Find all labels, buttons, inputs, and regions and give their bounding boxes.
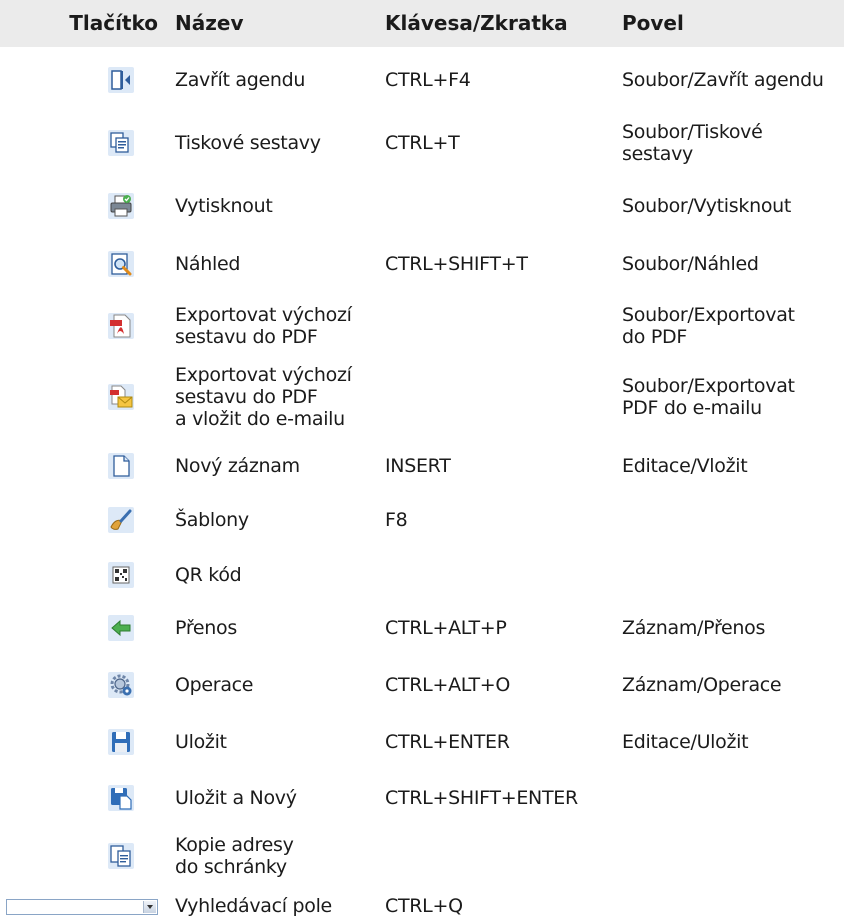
row-key: CTRL+SHIFT+ENTER (385, 787, 578, 809)
pdf-email-icon[interactable] (108, 384, 134, 410)
row-key (385, 359, 617, 435)
row-command (622, 893, 844, 919)
table-row: Kopie adresy do schránky (0, 828, 844, 884)
row-command: Editace/Vložit (622, 455, 748, 477)
row-command (622, 552, 844, 598)
row-key (385, 552, 617, 598)
row-name: Exportovat výchozí sestavu do PDF a vlož… (175, 364, 352, 430)
preview-icon[interactable] (108, 251, 134, 277)
row-key: CTRL+F4 (385, 69, 471, 91)
table-row: Šablony F8 (0, 497, 844, 543)
close-agenda-icon[interactable] (108, 67, 134, 93)
row-name: Kopie adresy do schránky (175, 834, 294, 878)
row-command (622, 775, 844, 821)
table-row: Exportovat výchozí sestavu do PDF a vlož… (0, 359, 844, 435)
templates-brush-icon[interactable] (108, 507, 134, 533)
header-button: Tlačítko (69, 11, 158, 35)
row-name: Šablony (175, 509, 249, 531)
table-row: QR kód (0, 552, 844, 598)
row-name: Tiskové sestavy (175, 132, 321, 154)
row-key: CTRL+T (385, 132, 460, 154)
table-row: Operace CTRL+ALT+O Záznam/Operace (0, 662, 844, 708)
transfer-arrow-icon[interactable] (108, 615, 134, 641)
header-name: Název (175, 11, 244, 35)
keyboard-shortcuts-table: Tlačítko Název Klávesa/Zkratka Povel Zav… (0, 0, 844, 919)
row-key: CTRL+ALT+O (385, 674, 511, 696)
row-key: CTRL+ENTER (385, 731, 510, 753)
chevron-down-icon[interactable] (143, 901, 156, 913)
row-name: QR kód (175, 564, 242, 586)
row-command: Soubor/Exportovat do PDF (622, 304, 795, 348)
row-key: INSERT (385, 455, 451, 477)
table-row: Vytisknout Soubor/Vytisknout (0, 184, 844, 228)
row-name: Vyhledávací pole (175, 895, 332, 917)
row-name: Vytisknout (175, 195, 273, 217)
row-command (622, 497, 844, 543)
row-name: Nový záznam (175, 455, 300, 477)
table-row: Náhled CTRL+SHIFT+T Soubor/Náhled (0, 241, 844, 287)
row-name: Zavřít agendu (175, 69, 306, 91)
header-command: Povel (622, 11, 684, 35)
row-command: Soubor/Vytisknout (622, 195, 792, 217)
row-command: Záznam/Přenos (622, 617, 766, 639)
row-key: F8 (385, 509, 408, 531)
copy-address-icon[interactable] (108, 843, 134, 869)
row-command: Soubor/Zavřít agendu (622, 69, 824, 91)
row-command: Soubor/Tiskové sestavy (622, 121, 763, 165)
print-reports-icon[interactable] (108, 130, 134, 156)
table-row: Uložit CTRL+ENTER Editace/Uložit (0, 719, 844, 765)
row-name: Uložit a Nový (175, 787, 297, 809)
row-name: Uložit (175, 731, 227, 753)
printer-icon[interactable] (108, 193, 134, 219)
row-key: CTRL+Q (385, 895, 463, 917)
row-name: Náhled (175, 253, 241, 275)
operations-gear-icon[interactable] (108, 672, 134, 698)
row-name: Exportovat výchozí sestavu do PDF (175, 304, 352, 348)
search-field-combobox[interactable] (6, 899, 158, 915)
row-key (385, 828, 617, 884)
row-key: CTRL+ALT+P (385, 617, 507, 639)
table-row: Exportovat výchozí sestavu do PDF Soubor… (0, 298, 844, 354)
row-name: Operace (175, 674, 254, 696)
table-row: Přenos CTRL+ALT+P Záznam/Přenos (0, 605, 844, 651)
save-icon[interactable] (108, 729, 134, 755)
qr-code-icon[interactable] (108, 562, 134, 588)
table-row: Vyhledávací pole CTRL+Q (0, 893, 844, 919)
row-command (622, 828, 844, 884)
pdf-export-icon[interactable] (108, 313, 134, 339)
row-command: Záznam/Operace (622, 674, 782, 696)
row-command: Editace/Uložit (622, 731, 749, 753)
row-key: CTRL+SHIFT+T (385, 253, 528, 275)
row-command: Soubor/Náhled (622, 253, 759, 275)
row-name: Přenos (175, 617, 237, 639)
table-row: Zavřít agendu CTRL+F4 Soubor/Zavřít agen… (0, 57, 844, 103)
header-key: Klávesa/Zkratka (385, 11, 568, 35)
table-row: Tiskové sestavy CTRL+T Soubor/Tiskové se… (0, 115, 844, 171)
row-key (385, 184, 617, 228)
save-and-new-icon[interactable] (108, 785, 134, 811)
row-command: Soubor/Exportovat PDF do e-mailu (622, 375, 795, 419)
table-row: Uložit a Nový CTRL+SHIFT+ENTER (0, 775, 844, 821)
table-row: Nový záznam INSERT Editace/Vložit (0, 443, 844, 489)
new-record-icon[interactable] (108, 453, 134, 479)
table-header: Tlačítko Název Klávesa/Zkratka Povel (0, 0, 844, 47)
row-key (385, 298, 617, 354)
